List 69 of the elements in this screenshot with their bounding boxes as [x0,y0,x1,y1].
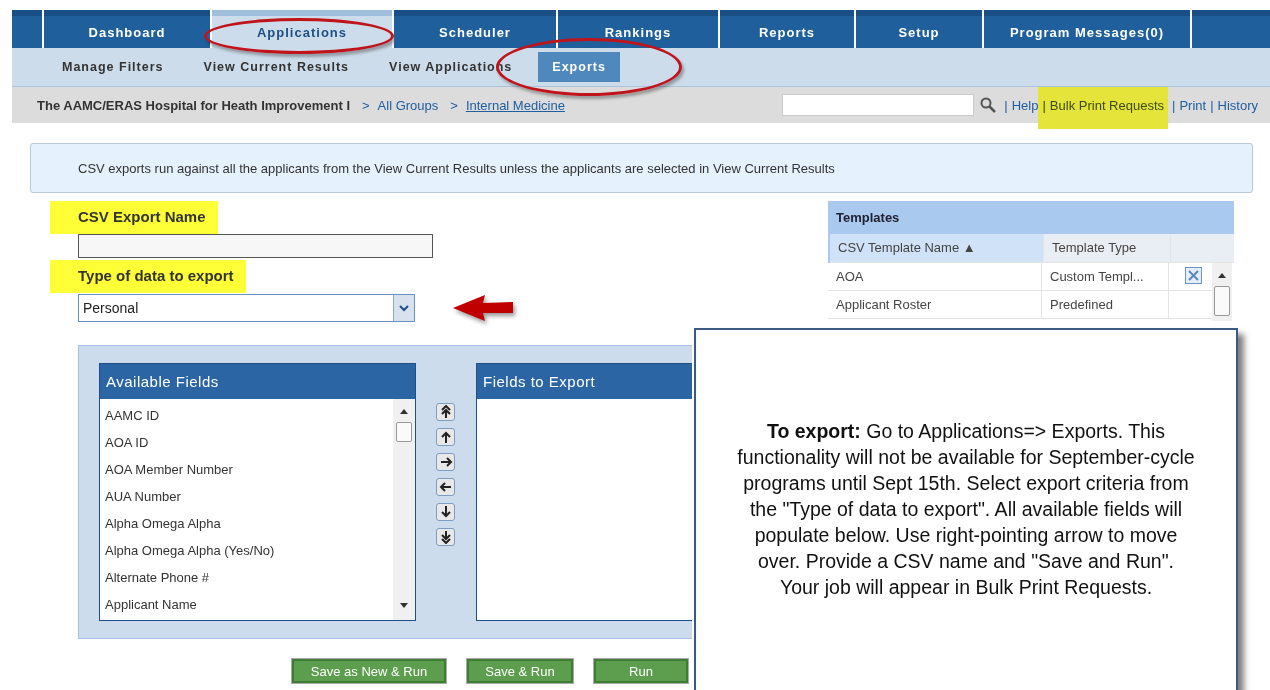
link-separator: | [1004,97,1008,113]
table-row[interactable]: Applicant Roster Predefined [828,291,1212,319]
search-field[interactable] [782,94,975,116]
list-item[interactable]: Applicant Name [100,592,393,619]
move-down-icon [438,505,453,519]
header-link[interactable]: Print [1179,97,1207,113]
link-separator: | [1042,97,1046,113]
nav-tab[interactable]: Setup [856,10,982,48]
scroll-up-icon [1218,273,1226,278]
list-item[interactable]: AOA ID [100,430,393,457]
move-right-icon [438,455,453,469]
scrollbar[interactable] [1212,263,1232,321]
header-link[interactable]: Help [1011,97,1039,113]
scrollbar[interactable] [393,399,415,620]
table-cell: Applicant Roster [828,291,1042,318]
table-cell: Predefined [1042,291,1169,318]
header-link[interactable]: History [1217,97,1258,113]
list-item[interactable]: Alpha Omega Alpha (Yes/No) [100,538,393,565]
table-cell: Custom Templ... [1042,263,1169,290]
link-separator: | [1210,97,1214,113]
sub-tab[interactable]: Manage Filters [48,52,178,82]
column-header[interactable]: Template Type [1044,234,1171,262]
move-button[interactable] [436,428,455,446]
scroll-down-icon [400,603,408,608]
sub-tab[interactable]: View Current Results [189,52,364,82]
chevron-down-icon [399,304,409,312]
list-item[interactable]: Alpha Omega Alpha [100,511,393,538]
column-header[interactable]: CSV Template Name ▲ [830,234,1044,262]
move-left-icon [438,480,453,494]
move-to-bottom-icon [438,530,453,544]
breadcrumb-separator: > [362,97,370,113]
list-item[interactable]: AUA Number [100,484,393,511]
nav-tab[interactable]: Program Messages(0) [984,10,1190,48]
list-title: Fields to Export [477,364,692,399]
list-item[interactable]: Alternate Phone # [100,565,393,592]
callout-text: To export: Go to Applications=> Exports. This functionality will not be available for September-cycle programs until Sept 15th. Select export criteria from the "Type of data to export". All available fields will populate below. Use right-pointing arrow to move over. Provide a CSV name and "Save and Run". Your job will appear in Bulk Print Requests. [736,419,1196,600]
move-button[interactable] [436,528,455,546]
scroll-up-icon [400,409,408,414]
nav-tab[interactable]: Rankings [558,10,718,48]
info-message: CSV exports run against all the applicants from the View Current Results unless the applicants are selected in View Current Results [30,143,1253,193]
scrollbar-thumb[interactable] [1214,286,1230,316]
field-label: CSV Export Name [50,201,218,234]
scrollbar-thumb[interactable] [396,422,412,442]
name-field[interactable] [78,234,433,258]
breadcrumb-separator: > [450,97,458,113]
breadcrumb-link[interactable]: All Groups [377,97,439,113]
field-label: Type of data to export [50,260,246,293]
nav-tab[interactable]: Applications [212,10,392,48]
link-separator: | [1172,97,1176,113]
nav-tab[interactable]: Scheduler [394,10,556,48]
table-cell: AOA [828,263,1042,290]
field-list[interactable]: AAMC ID AOA ID AOA Member Number AUA Number Alpha Omega Alpha Alpha Omega Alpha (Yes/No) Alternate Phone # Applicant Name [100,399,415,620]
list-title: Available Fields [100,364,415,399]
breadcrumb-link[interactable]: Internal Medicine [465,97,565,113]
move-button[interactable] [436,478,455,496]
list-item[interactable]: AAMC ID [100,403,393,430]
move-button[interactable] [436,403,455,421]
move-button[interactable] [436,503,455,521]
nav-tab[interactable]: Dashboard [44,10,210,48]
search-icon [980,97,997,113]
type-dropdown[interactable]: Personal [78,294,415,322]
nav-tab[interactable]: Reports [720,10,854,48]
delete-icon[interactable] [1185,267,1202,284]
program-name: The AAMC/ERAS Hospital for Heath Improvement I [37,97,350,113]
panel-title: Templates [835,209,901,227]
header-link[interactable]: Bulk Print Requests [1049,97,1165,113]
move-button[interactable] [436,453,455,471]
sub-tab[interactable]: Exports [538,52,620,82]
list-item[interactable]: AOA Member Number [100,457,393,484]
